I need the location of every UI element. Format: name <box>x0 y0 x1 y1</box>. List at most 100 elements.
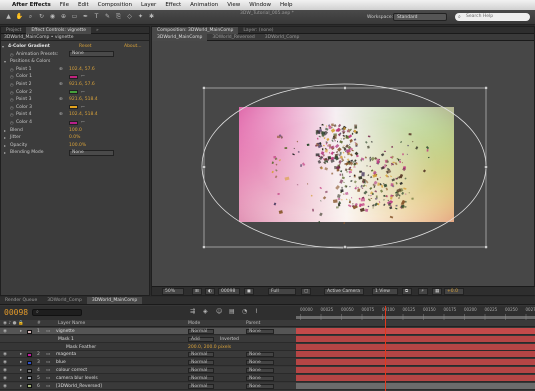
active-camera-select[interactable]: Active Camera <box>324 288 364 295</box>
frame-blending-icon[interactable]: ▤ <box>229 308 235 315</box>
timeline-tab-0[interactable]: Render Queue <box>0 297 42 304</box>
visibility-eye-icon[interactable]: ◉ <box>3 383 7 390</box>
comp-nav-tab-2[interactable]: 3DWorld_Comp <box>260 34 305 41</box>
layer-name-header[interactable]: Layer Name <box>58 320 85 327</box>
visibility-eye-icon[interactable]: ◉ <box>3 367 7 374</box>
effect-value[interactable]: None <box>69 149 114 156</box>
effect-row-color[interactable]: ◷ Color 1 ⌐ <box>1 73 145 80</box>
blend-mode-select[interactable]: Normal <box>188 383 214 389</box>
layer-row[interactable]: ◉ ▸ 6 ▭ [3DWorld_Reversed] Normal None <box>0 382 296 390</box>
effect-row-fx[interactable]: ▾ 4-Color Gradient Reset About... <box>1 43 145 50</box>
left-panel-tab-2[interactable]: » <box>91 27 104 34</box>
mask-feather-value[interactable]: 200.0, 200.0 pixels <box>188 344 231 351</box>
stopwatch-icon[interactable]: ◷ <box>10 104 14 111</box>
stopwatch-icon[interactable]: ◷ <box>10 81 14 88</box>
brush-tool-icon[interactable]: ✎ <box>103 13 112 21</box>
draft-3d-icon[interactable]: ◈ <box>203 308 208 315</box>
pan-behind-tool-icon[interactable]: ⊕ <box>59 13 68 21</box>
mask-property-row[interactable]: Mask Feather 200.0, 200.0 pixels <box>0 343 296 351</box>
layer-duration-bar[interactable] <box>296 374 535 382</box>
stopwatch-icon[interactable]: ▸ <box>4 134 6 141</box>
transform-handle[interactable] <box>202 165 206 169</box>
effect-value[interactable]: 0.0% <box>69 134 80 141</box>
magnification-select[interactable]: 50% <box>162 288 184 295</box>
parent-select[interactable]: None <box>246 360 274 366</box>
hide-shy-layers-icon[interactable]: ☺ <box>216 308 222 315</box>
menu-item-animation[interactable]: Animation <box>190 2 218 8</box>
effect-row-point[interactable]: ◷ Point 2 921.6, 57.6 ⊕ <box>1 81 145 88</box>
left-panel-tab-1[interactable]: Effect Controls: vignette <box>26 26 92 34</box>
transform-handle[interactable] <box>202 86 206 90</box>
layer-row[interactable]: ◉ ▸ 4 ▭ colour correct Normal None <box>0 367 296 374</box>
effect-value[interactable]: 100.0 <box>69 127 82 134</box>
motion-blur-icon[interactable]: ◔ <box>242 308 247 315</box>
effect-row-prop[interactable]: ▸ Jitter 0.0% <box>1 134 145 141</box>
crosshair-icon[interactable]: ⊕ <box>59 96 63 103</box>
transform-handle[interactable] <box>343 86 347 90</box>
effect-row-point[interactable]: ◷ Point 4 102.4, 518.4 ⊕ <box>1 111 145 118</box>
menu-item-file[interactable]: File <box>60 2 69 8</box>
comp-mini-flowchart-icon[interactable]: ⇶ <box>190 308 195 315</box>
stopwatch-icon[interactable]: ◷ <box>10 111 14 118</box>
label-color-swatch[interactable] <box>27 368 32 373</box>
exposure-value[interactable]: +0.0 <box>444 288 464 295</box>
timeline-tab-1[interactable]: 3DWorld_Comp <box>42 297 87 304</box>
point-value[interactable]: 102.4, 518.4 <box>69 111 98 118</box>
layer-name[interactable]: blue <box>56 359 66 366</box>
parent-select[interactable]: None <box>246 375 274 381</box>
comp-nav-tab-1[interactable]: 3DWorld_Reversed <box>207 34 259 41</box>
stopwatch-icon[interactable]: ◷ <box>10 73 14 80</box>
time-ruler[interactable]: 00000 00025 00050 00075 00100 00125 00150 00175… <box>296 306 535 320</box>
about-link[interactable]: About... <box>124 43 142 50</box>
blend-mode-select[interactable]: Normal <box>188 360 214 366</box>
rectangle-tool-icon[interactable]: ▭ <box>70 13 79 21</box>
transform-handle[interactable] <box>484 245 488 249</box>
layer-duration-bar[interactable] <box>296 328 535 335</box>
menu-app-name[interactable]: After Effects <box>12 2 51 8</box>
resolution-select[interactable]: Full <box>268 288 296 295</box>
stopwatch-icon[interactable]: ▸ <box>4 149 6 156</box>
parent-select[interactable]: None <box>246 368 274 373</box>
expand-open-icon[interactable]: ▾ <box>2 43 4 50</box>
transform-handle[interactable] <box>484 165 488 169</box>
expand-layer-icon[interactable]: ▸ <box>20 328 22 335</box>
layer-duration-bar[interactable] <box>296 335 535 343</box>
mask-property-row[interactable]: Mask 1 Add Inverted <box>0 335 296 343</box>
visibility-eye-icon[interactable]: ◉ <box>3 375 7 382</box>
label-color-swatch[interactable] <box>27 360 32 365</box>
camera-tool-icon[interactable]: ◉ <box>48 13 57 21</box>
zoom-tool-icon[interactable]: ⌕ <box>26 13 35 21</box>
expand-open-icon[interactable]: ▾ <box>4 58 6 65</box>
clone-stamp-tool-icon[interactable]: ⎘ <box>114 13 123 21</box>
layer-duration-bar[interactable] <box>296 359 535 367</box>
viewer-timecode[interactable]: 00098 <box>218 288 240 295</box>
layer-duration-bar[interactable] <box>296 351 535 359</box>
toggle-pixel-aspect-icon[interactable]: ⧉ <box>402 288 412 295</box>
blend-mode-select[interactable]: Normal <box>188 375 214 381</box>
effect-row-prop[interactable]: ▸ Opacity 100.0% <box>1 142 145 149</box>
effect-row-prop[interactable]: ▸ Blend 100.0 <box>1 127 145 134</box>
graph-editor-icon[interactable]: ⌇ <box>255 308 258 315</box>
eyedropper-icon[interactable]: ⌐ <box>81 104 85 111</box>
menu-item-view[interactable]: View <box>227 2 240 8</box>
parent-select[interactable]: None <box>246 329 274 334</box>
label-color-swatch[interactable] <box>27 329 32 334</box>
label-color-swatch[interactable] <box>27 384 32 389</box>
menu-item-edit[interactable]: Edit <box>78 2 89 8</box>
layer-name[interactable]: Mask 1 <box>58 336 74 343</box>
region-of-interest-icon[interactable]: ▢ <box>301 288 311 295</box>
selection-tool-icon[interactable]: ▲ <box>4 13 13 21</box>
stopwatch-icon[interactable]: ◷ <box>10 89 14 96</box>
effect-row-color[interactable]: ◷ Color 4 ⌐ <box>1 119 145 126</box>
snapshot-icon[interactable]: ◼ <box>244 288 254 295</box>
reset-link[interactable]: Reset <box>79 43 92 50</box>
eraser-tool-icon[interactable]: ◇ <box>125 13 134 21</box>
layer-name[interactable]: [3DWorld_Reversed] <box>56 383 102 390</box>
layer-duration-bar[interactable] <box>296 367 535 374</box>
expand-layer-icon[interactable]: ▸ <box>20 375 22 382</box>
crosshair-icon[interactable]: ⊕ <box>59 111 63 118</box>
effect-row-point[interactable]: ◷ Point 3 921.6, 518.4 ⊕ <box>1 96 145 103</box>
blend-mode-select[interactable]: Normal <box>188 329 214 334</box>
eyedropper-icon[interactable]: ⌐ <box>81 119 85 126</box>
transparency-grid-icon[interactable]: ▦ <box>432 288 442 295</box>
